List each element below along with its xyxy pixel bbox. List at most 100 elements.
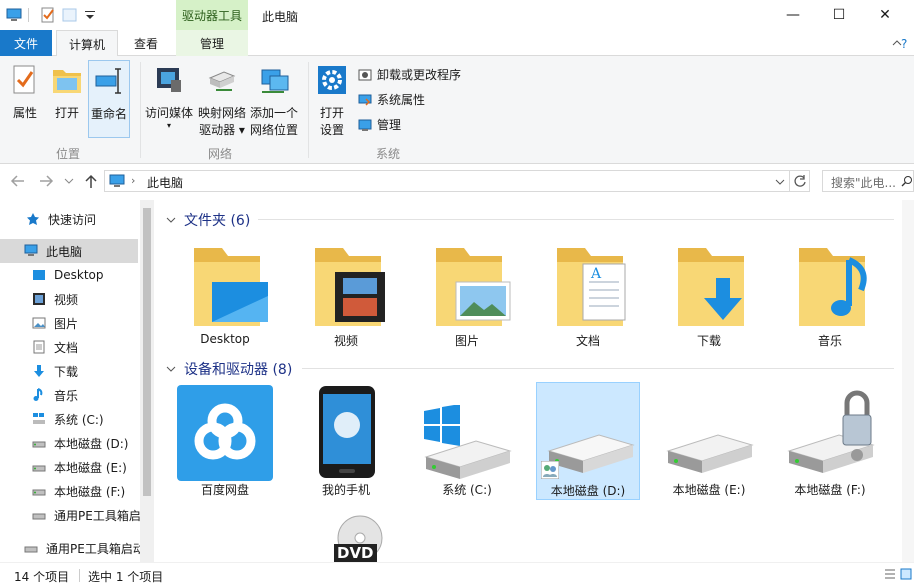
dvd-label: DVD [334,544,377,562]
nav-this-pc-label: 此电脑 [46,244,83,259]
search-box[interactable]: 搜索"此电... [822,170,914,192]
folder-label: Desktop [200,332,250,346]
open-settings-button[interactable]: 打开 设置 [314,64,350,139]
drive-baidu-netdisk[interactable]: 百度网盘 [176,383,274,499]
this-pc-icon [24,244,38,256]
map-drive-label-2: 驱动器 [199,123,236,137]
nav-local-d[interactable]: 本地磁盘 (D:) [32,431,128,455]
item-count: 14 个项目 [14,570,70,584]
selected-count: 选中 1 个项目 [88,570,164,584]
nav-this-pc[interactable]: 此电脑 [0,239,138,263]
help-icon[interactable]: ? [900,36,912,50]
folder-downloads[interactable]: 下载 [660,240,758,350]
add-location-label-2: 网络位置 [249,123,298,137]
uninstall-programs-button[interactable]: 卸载或更改程序 [358,66,461,83]
rename-button[interactable]: 重命名 [88,60,130,138]
folder-label: 音乐 [817,334,842,348]
rename-icon [95,68,121,94]
details-view-icon[interactable] [884,568,896,580]
nav-pe-toolbox-1[interactable]: 通用PE工具箱启 [32,503,141,527]
drive-my-phone[interactable]: 我的手机 [297,383,395,499]
phone-icon [319,386,375,478]
nav-quick-access[interactable]: 快速访问 [26,207,96,231]
drive-system-c[interactable]: 系统 (C:) [418,383,516,499]
folder-pictures[interactable]: 图片 [418,240,516,350]
properties-button[interactable]: 属性 [8,64,42,122]
system-properties-icon [358,94,372,106]
new-folder-quick-icon[interactable] [62,7,78,23]
drive-tools-context-tab[interactable]: 驱动器工具 [176,0,248,30]
tab-file[interactable]: 文件 [0,30,52,56]
baidu-cloud-icon [177,385,273,481]
properties-quick-icon[interactable] [40,7,56,23]
open-button[interactable]: 打开 [50,64,84,122]
windows-drive-icon [33,413,45,424]
address-dropdown-icon[interactable] [775,178,785,186]
uninstall-icon [358,69,372,80]
nav-pictures[interactable]: 图片 [32,311,78,335]
drives-section-header[interactable]: 设备和驱动器 (8) [166,359,292,379]
folder-videos[interactable]: 视频 [297,240,395,350]
nav-local-e[interactable]: 本地磁盘 (E:) [32,455,127,479]
pictures-icon [32,317,46,329]
nav-local-f-label: 本地磁盘 (F:) [54,484,126,499]
up-arrow-icon[interactable] [84,173,98,189]
computer-icon[interactable] [6,7,22,23]
open-settings-label-2: 设置 [319,123,344,137]
access-media-button[interactable]: 访问媒体 ▾ [144,64,194,130]
drive-dvd[interactable]: DVD [326,514,386,562]
drive-local-d-selected[interactable]: 本地磁盘 (D:) [536,382,640,500]
drive-local-f[interactable]: 本地磁盘 (F:) [781,383,879,499]
folders-section-header[interactable]: 文件夹 (6) [166,210,250,230]
drive-local-e[interactable]: 本地磁盘 (E:) [660,383,758,499]
customize-quick-access-icon[interactable] [82,7,98,23]
breadcrumb[interactable]: 此电脑 [147,174,183,191]
this-pc-icon [109,174,125,187]
music-note-icon [33,388,43,401]
svg-text:A: A [590,266,602,282]
address-bar[interactable]: › 此电脑 [104,170,810,192]
folder-documents[interactable]: A 文档 [539,240,637,350]
search-icon[interactable] [901,175,913,187]
content-scrollbar[interactable] [902,200,914,562]
nav-pictures-label: 图片 [54,316,79,331]
nav-videos[interactable]: 视频 [32,287,78,311]
large-icons-view-icon[interactable] [900,568,912,580]
nav-local-f[interactable]: 本地磁盘 (F:) [32,479,125,503]
nav-scrollbar-thumb[interactable] [143,208,151,496]
refresh-icon[interactable] [793,174,807,188]
tab-computer[interactable]: 计算机 [56,30,118,57]
add-network-location-button[interactable]: 添加一个 网络位置 [248,64,300,139]
recent-locations-icon[interactable] [64,177,74,185]
nav-pe-toolbox-2[interactable]: 通用PE工具箱启动 [24,536,140,560]
forward-arrow-icon[interactable] [38,174,54,188]
manage-button[interactable]: 管理 [358,116,401,133]
nav-documents[interactable]: 文档 [32,335,78,359]
back-arrow-icon[interactable] [10,174,26,188]
folder-desktop[interactable]: Desktop [176,240,274,350]
minimize-button[interactable]: — [770,0,816,30]
drive-label: 系统 (C:) [442,483,492,497]
map-network-drive-button[interactable]: 映射网络 驱动器 ▾ [196,64,248,139]
section-divider [302,368,894,369]
nav-downloads[interactable]: 下载 [32,359,78,383]
nav-music[interactable]: 音乐 [32,383,78,407]
drive-label: 我的手机 [321,483,370,497]
ribbon-separator [140,62,141,158]
tab-manage[interactable]: 管理 [176,30,248,56]
folder-label: 下载 [696,334,721,348]
system-properties-label: 系统属性 [377,93,426,107]
status-bar: 14 个项目 选中 1 个项目 [0,562,914,587]
system-properties-button[interactable]: 系统属性 [358,91,425,108]
folder-music[interactable]: 音乐 [781,240,879,350]
music-folder-icon [799,248,867,326]
nav-system-c[interactable]: 系统 (C:) [32,407,104,431]
maximize-button[interactable]: ☐ [816,0,862,30]
close-button[interactable]: ✕ [862,0,908,30]
manage-label: 管理 [377,118,402,132]
shared-users-icon [541,461,559,479]
search-input[interactable]: 搜索"此电... [831,174,896,191]
tab-view[interactable]: 查看 [118,30,174,56]
desktop-icon [33,270,45,280]
nav-desktop[interactable]: Desktop [32,263,104,287]
